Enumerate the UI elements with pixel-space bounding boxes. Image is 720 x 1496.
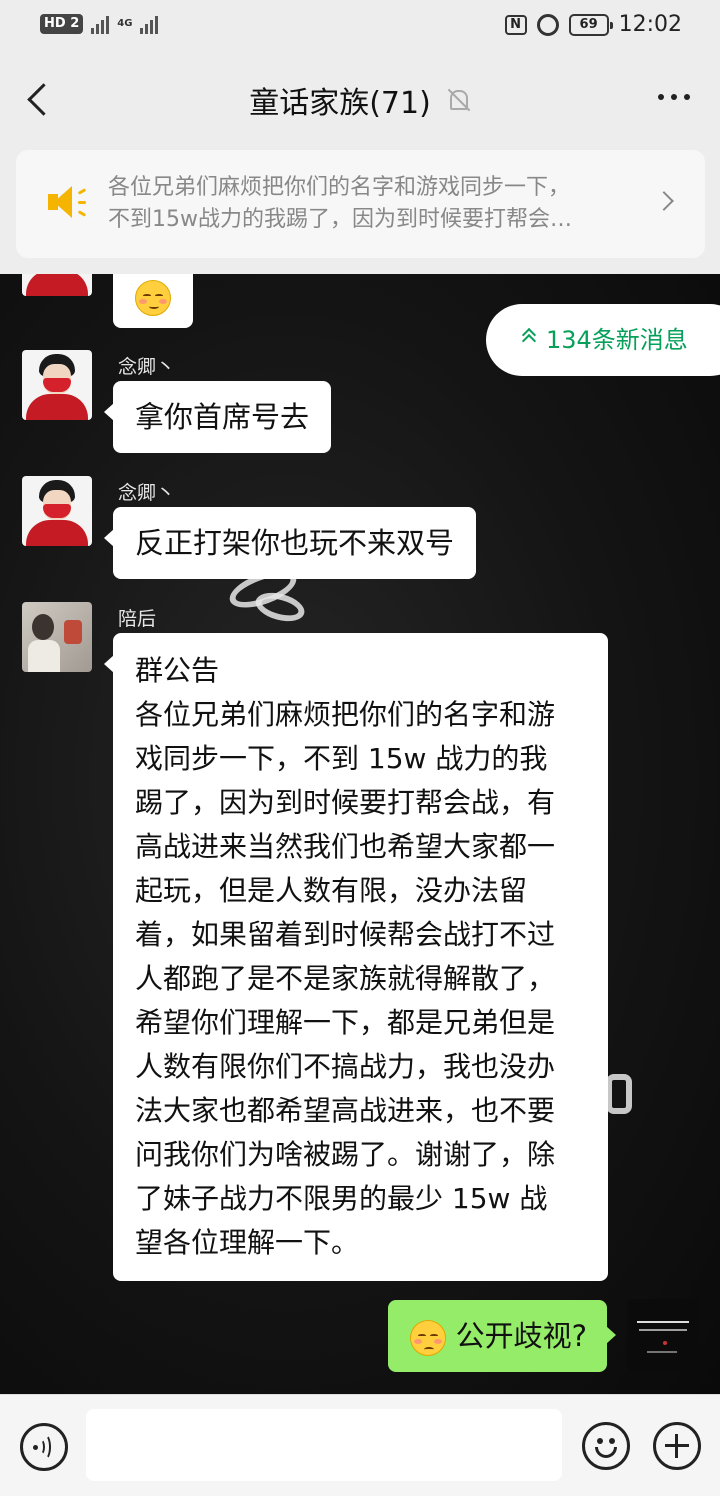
sim-label: 2 [70, 16, 80, 31]
message-text: 拿你首席号去 [135, 400, 310, 434]
notice-line: 希望你们理解一下，都是兄弟但是 [135, 1006, 556, 1039]
more-options-icon[interactable] [658, 94, 690, 100]
notice-line: 踢了，因为到时候要打帮会战，有 [135, 786, 556, 819]
notice-line: 起玩，但是人数有限，没办法留 [135, 874, 528, 907]
add-attachment-icon[interactable] [653, 1422, 701, 1470]
new-messages-button[interactable]: 134条新消息 [486, 304, 720, 376]
alarm-icon [536, 13, 559, 36]
title-container: 童话家族(71) [0, 78, 720, 122]
notice-line: 各位兄弟们麻烦把你们的名字和游 [135, 698, 556, 731]
notice-line: 高战进来当然我们也希望大家都一 [135, 830, 556, 863]
announcement-text: 各位兄弟们麻烦把你们的名字和游戏同步一下， 不到15w战力的我踢了，因为到时候要… [108, 172, 648, 236]
status-bar: HD 2 4G N 69 12:02 [0, 0, 720, 56]
group-notice-bubble[interactable]: 群公告 各位兄弟们麻烦把你们的名字和游 戏同步一下，不到 15w 战力的我 踢了… [104, 633, 608, 1281]
signal-1-icon [91, 14, 110, 34]
avatar[interactable] [22, 602, 92, 672]
my-avatar[interactable] [627, 1299, 699, 1371]
hd-label: HD [44, 16, 66, 31]
announcement-banner[interactable]: 各位兄弟们麻烦把你们的名字和游戏同步一下， 不到15w战力的我踢了，因为到时候要… [16, 150, 705, 258]
network-type: 4G [117, 18, 133, 29]
sender-name: 陪后 [118, 608, 157, 630]
status-right: N 69 12:02 [504, 12, 682, 37]
message-text: 反正打架你也玩不来双号 [135, 526, 455, 560]
signal-2-icon [140, 14, 159, 34]
status-left: HD 2 4G [40, 14, 159, 34]
speaker-icon [48, 186, 88, 220]
notice-line: 戏同步一下，不到 15w 战力的我 [135, 742, 548, 775]
avatar[interactable] [22, 476, 92, 546]
avatar[interactable] [22, 274, 92, 296]
message-bubble[interactable]: 反正打架你也玩不来双号 [103, 507, 477, 579]
notice-line: 法大家也都希望高战进来，也不要 [135, 1094, 556, 1127]
notice-line: 人数有限你们不搞战力，我也没办 [135, 1050, 556, 1083]
announcement-line-2: 不到15w战力的我踢了，因为到时候要打帮会… [108, 207, 572, 232]
voice-input-icon[interactable] [20, 1423, 68, 1471]
battery-icon: 69 [568, 13, 613, 36]
message-bubble-emoji[interactable] [113, 274, 193, 328]
my-message-bubble[interactable]: 公开歧视? [388, 1300, 616, 1372]
clock: 12:02 [618, 12, 682, 37]
chat-header: 童话家族(71) [0, 56, 720, 140]
notice-line: 问我你们为啥被踢了。谢谢了，除 [135, 1138, 556, 1171]
wallpaper-stroke [606, 1074, 632, 1114]
announcement-line-1: 各位兄弟们麻烦把你们的名字和游戏同步一下， [108, 175, 571, 200]
group-title: 童话家族(71) [249, 86, 431, 121]
message-bubble[interactable]: 拿你首席号去 [103, 381, 332, 453]
emoji-icon[interactable] [582, 1422, 630, 1470]
message-text: 公开歧视? [455, 1319, 587, 1353]
chevron-right-icon [654, 191, 674, 211]
notice-line: 了妹子战力不限男的最少 15w 战 [135, 1182, 548, 1215]
hd-badge: HD 2 [40, 14, 84, 34]
chat-area[interactable]: 134条新消息 念卿丶 拿你首席号去 念卿丶 反正打架你也玩不来双号 陪后 群公… [0, 274, 720, 1394]
sender-name: 念卿丶 [118, 482, 176, 504]
nfc-icon: N [504, 14, 527, 35]
new-messages-label: 134条新消息 [546, 326, 688, 354]
muted-bell-icon [445, 87, 471, 113]
smiling-face-icon [135, 280, 171, 316]
wallpaper-stroke [252, 587, 308, 627]
notice-line: 着，如果留着到时候帮会战打不过 [135, 918, 556, 951]
unamused-face-icon [410, 1320, 447, 1356]
message-input[interactable] [86, 1409, 562, 1481]
avatar[interactable] [22, 350, 92, 420]
notice-title: 群公告 [135, 654, 220, 687]
notice-line: 人都跑了是不是家族就得解散了， [135, 962, 556, 995]
sender-name: 念卿丶 [118, 356, 176, 378]
notice-line: 望各位理解一下。 [135, 1226, 360, 1259]
input-bar [0, 1394, 720, 1496]
title-wrap: 童话家族(71) [249, 78, 471, 122]
